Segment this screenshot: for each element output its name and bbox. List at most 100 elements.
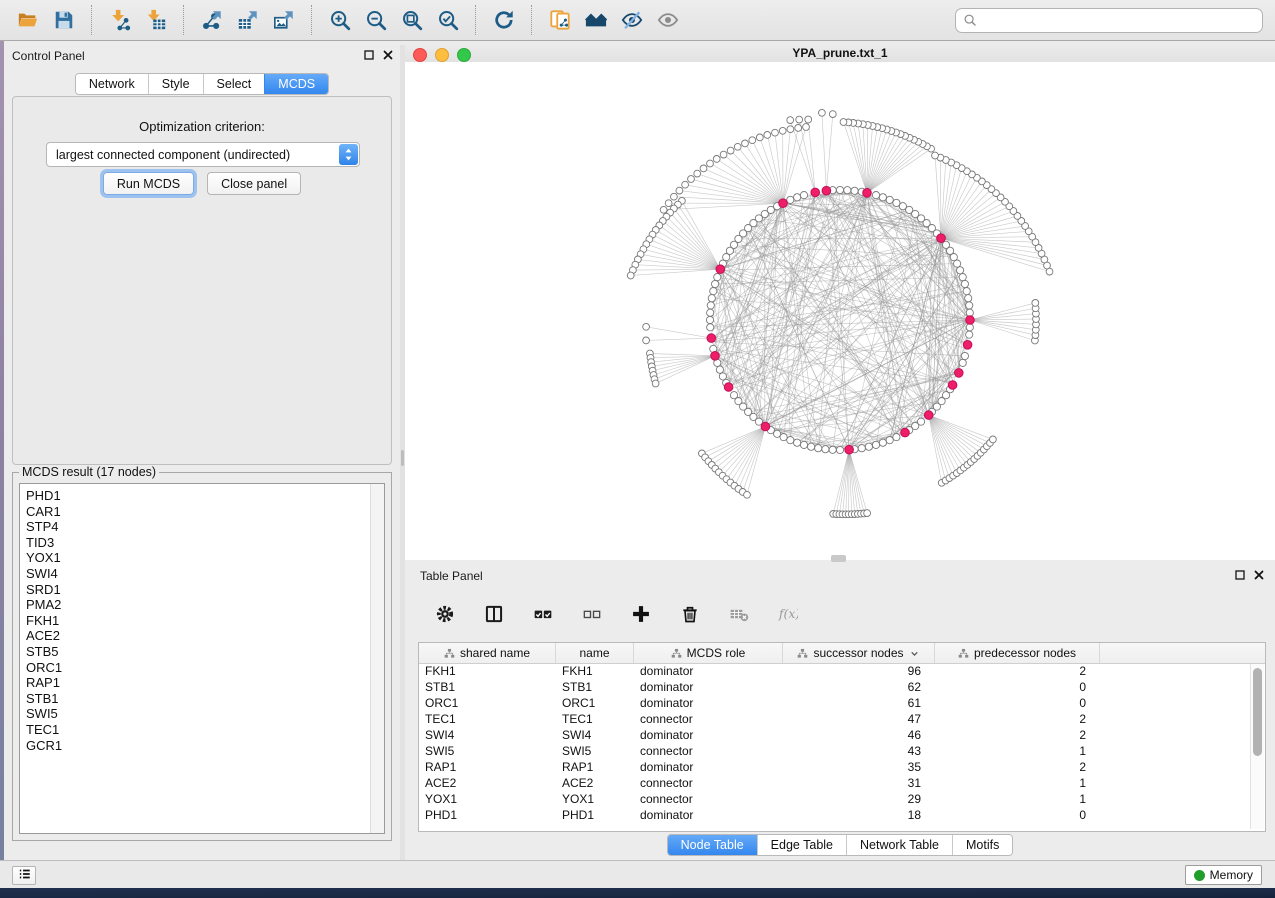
tab-network[interactable]: Network [76,74,148,94]
zoom-out-button[interactable] [360,4,392,36]
mcds-result-item[interactable]: ORC1 [26,660,384,676]
status-bar: Memory [0,860,1275,888]
network-canvas[interactable] [405,62,1275,560]
cell-successor-nodes: 43 [783,744,935,758]
control-panel-tabs: NetworkStyleSelectMCDS [75,73,329,95]
cell-shared-name: YOX1 [419,792,556,806]
mcds-result-item[interactable]: GCR1 [26,738,384,754]
float-panel-icon[interactable] [363,49,375,61]
column-header-successor-nodes[interactable]: successor nodes [783,643,935,663]
mcds-result-item[interactable]: FKH1 [26,613,384,629]
zoom-selected-button[interactable] [432,4,464,36]
close-panel-icon[interactable] [1253,569,1265,581]
refresh-layout-button[interactable] [488,4,520,36]
tab-network-table[interactable]: Network Table [846,835,952,855]
memory-button[interactable]: Memory [1185,865,1262,885]
column-label: MCDS role [687,646,746,660]
export-network-button[interactable] [196,4,228,36]
splitter-handle[interactable] [831,555,846,562]
cell-successor-nodes: 31 [783,776,935,790]
table-row[interactable]: SWI4SWI4dominator462 [419,727,1265,743]
mcds-result-item[interactable]: SRD1 [26,582,384,598]
table-row[interactable]: RAP1RAP1dominator352 [419,759,1265,775]
column-label: predecessor nodes [974,646,1076,660]
mcds-result-item[interactable]: PHD1 [26,488,384,504]
mcds-result-item[interactable]: YOX1 [26,550,384,566]
import-table-icon [145,9,167,31]
search-input[interactable] [982,12,1255,28]
mcds-result-item[interactable]: STP4 [26,519,384,535]
unselect-all-columns-icon [582,604,602,627]
cell-mcds-role: connector [634,776,783,790]
delete-columns-button[interactable] [676,601,704,629]
tab-motifs[interactable]: Motifs [952,835,1012,855]
float-panel-icon[interactable] [1234,569,1246,581]
table-row[interactable]: TEC1TEC1connector472 [419,711,1265,727]
mcds-result-item[interactable]: CAR1 [26,504,384,520]
zoom-fit-button[interactable] [396,4,428,36]
desktop-wallpaper-strip [0,888,1275,898]
column-header-name[interactable]: name [556,643,634,663]
close-panel-icon[interactable] [382,49,394,61]
export-image-button[interactable] [268,4,300,36]
tab-mcds[interactable]: MCDS [264,74,328,94]
column-header-shared-name[interactable]: shared name [419,643,556,663]
table-scrollbar[interactable] [1250,664,1264,829]
mcds-result-item[interactable]: TID3 [26,535,384,551]
close-panel-button[interactable]: Close panel [207,172,301,195]
network-graph[interactable] [405,62,1275,560]
control-panel-header: Control Panel [4,45,400,67]
zoom-in-button[interactable] [324,4,356,36]
mcds-result-item[interactable]: ACE2 [26,628,384,644]
column-header-mcds-role[interactable]: MCDS role [634,643,783,663]
show-graphics-details-button[interactable] [652,4,684,36]
tab-select[interactable]: Select [203,74,265,94]
table-row[interactable]: STB1STB1dominator620 [419,679,1265,695]
create-column-button[interactable] [627,601,655,629]
criterion-select-value: largest connected component (undirected) [47,148,290,162]
open-file-button[interactable] [12,4,44,36]
column-header-predecessor-nodes[interactable]: predecessor nodes [935,643,1100,663]
control-panel: Control Panel NetworkStyleSelectMCDS Opt… [4,45,400,860]
zoom-in-icon [329,9,351,31]
save-session-button[interactable] [48,4,80,36]
import-table-button[interactable] [140,4,172,36]
cell-predecessor-nodes: 2 [935,712,1100,726]
table-row[interactable]: FKH1FKH1dominator962 [419,663,1265,679]
table-row[interactable]: SWI5SWI5connector431 [419,743,1265,759]
table-row[interactable]: ACE2ACE2connector311 [419,775,1265,791]
mcds-result-item[interactable]: SWI5 [26,706,384,722]
mcds-result-item[interactable]: STB5 [26,644,384,660]
tab-style[interactable]: Style [148,74,203,94]
unselect-all-columns-button[interactable] [578,601,606,629]
table-row[interactable]: ORC1ORC1dominator610 [419,695,1265,711]
mcds-result-item[interactable]: PMA2 [26,597,384,613]
tab-edge-table[interactable]: Edge Table [757,835,846,855]
table-row[interactable]: PHD1PHD1dominator180 [419,807,1265,823]
mcds-result-item[interactable]: RAP1 [26,675,384,691]
scrollbar-thumb[interactable] [1253,668,1262,756]
task-history-button[interactable] [12,866,36,885]
mcds-result-item[interactable]: TEC1 [26,722,384,738]
table-settings-button[interactable] [431,601,459,629]
open-recent-session-button[interactable] [580,4,612,36]
run-mcds-button[interactable]: Run MCDS [103,172,194,195]
cell-name: TEC1 [556,712,634,726]
mcds-result-item[interactable]: SWI4 [26,566,384,582]
splitter-handle[interactable] [401,450,404,466]
split-columns-button[interactable] [480,601,508,629]
cell-mcds-role: dominator [634,696,783,710]
clone-network-button[interactable] [544,4,576,36]
import-network-button[interactable] [104,4,136,36]
criterion-select[interactable]: largest connected component (undirected) [46,142,360,167]
hide-graphics-details-button[interactable] [616,4,648,36]
tab-node-table[interactable]: Node Table [668,835,757,855]
export-table-button[interactable] [232,4,264,36]
mcds-result-item[interactable]: STB1 [26,691,384,707]
cell-successor-nodes: 62 [783,680,935,694]
column-type-icon [671,648,682,659]
clone-network-icon [549,9,571,31]
table-row[interactable]: YOX1YOX1connector291 [419,791,1265,807]
mcds-list-scrollbar[interactable] [370,484,384,833]
select-all-columns-button[interactable] [529,601,557,629]
